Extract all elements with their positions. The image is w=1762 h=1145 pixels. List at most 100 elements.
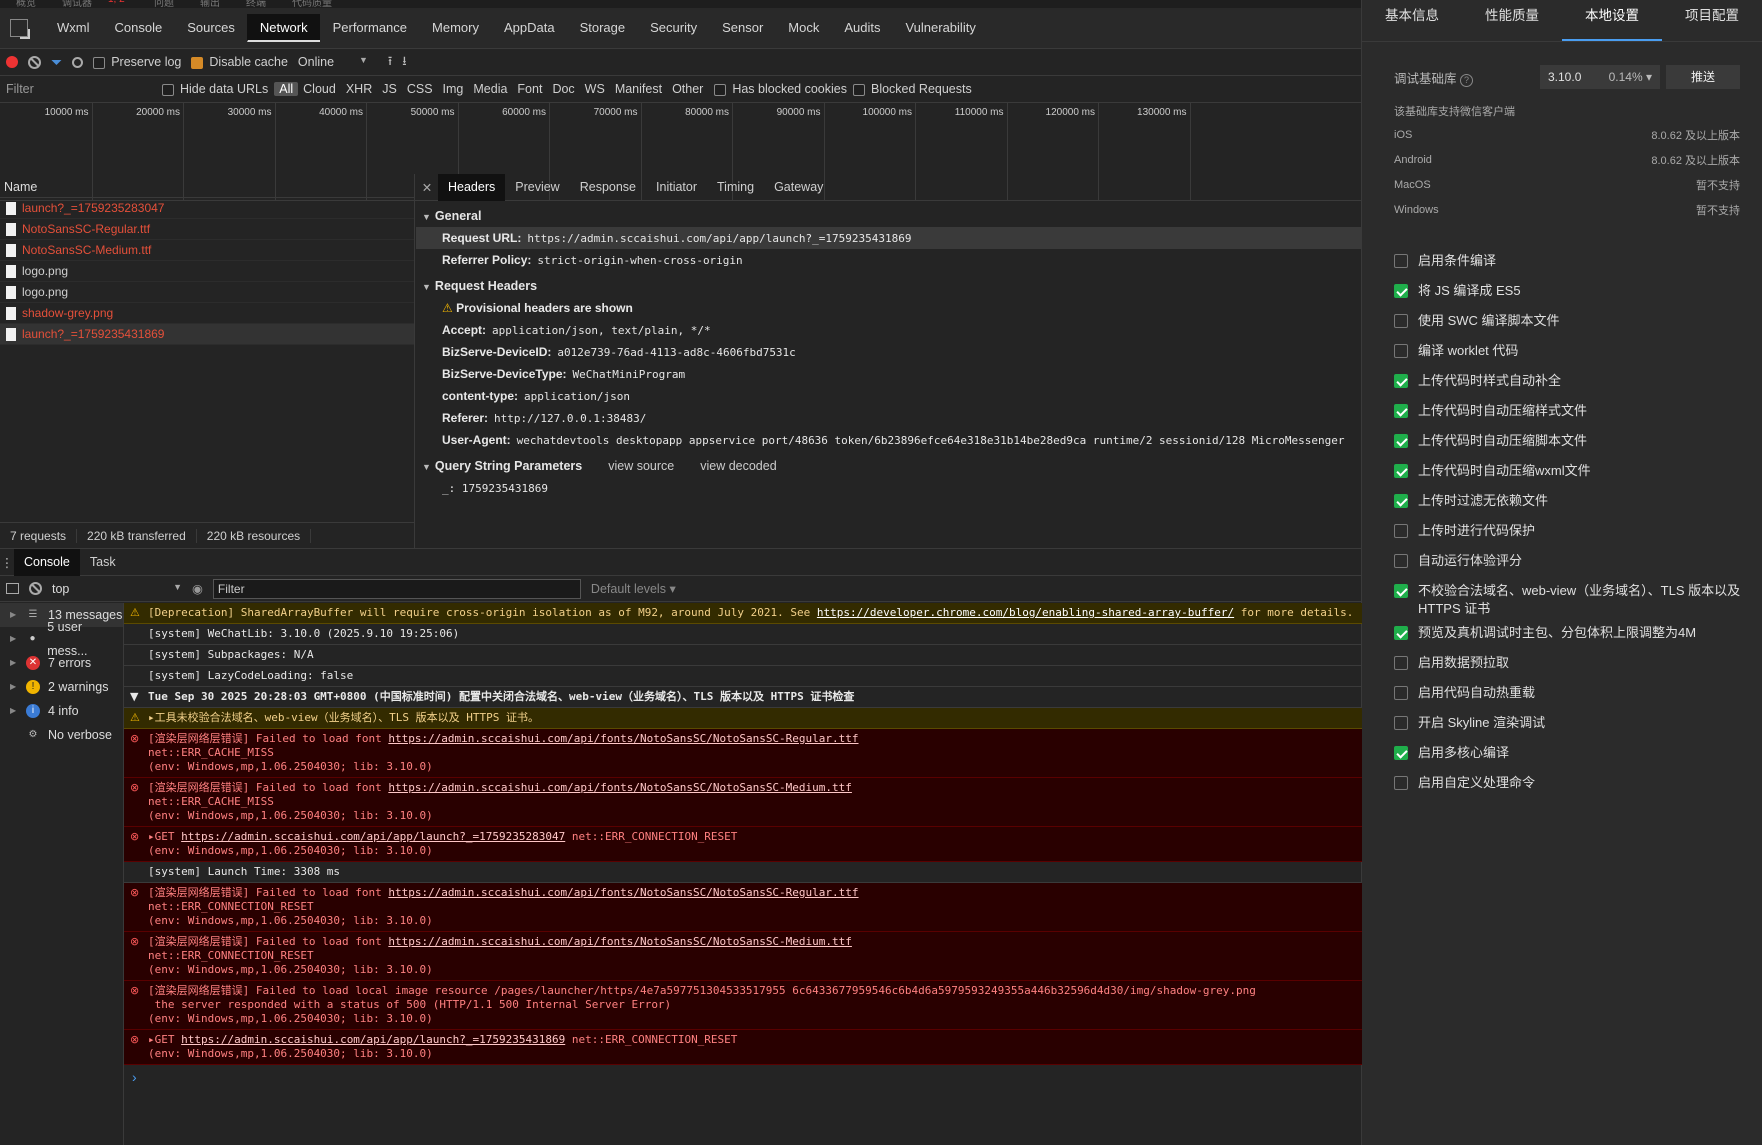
context-select[interactable]: top ▼	[52, 582, 182, 596]
type-filter-all[interactable]: All	[274, 82, 299, 96]
preserve-log-box[interactable]	[93, 56, 106, 69]
console-tab-console[interactable]: Console	[14, 548, 80, 576]
request-row[interactable]: launch?_=1759235283047	[0, 198, 414, 219]
search-icon[interactable]	[72, 56, 84, 68]
option-checkbox[interactable]	[1394, 494, 1408, 508]
type-filter-media[interactable]: Media	[468, 82, 512, 96]
option-item[interactable]: 上传时过滤无依赖文件	[1362, 486, 1762, 516]
option-item[interactable]: 启用代码自动热重载	[1362, 678, 1762, 708]
view-decoded-link[interactable]: view decoded	[700, 459, 776, 473]
request-row[interactable]: NotoSansSC-Regular.ttf	[0, 219, 414, 240]
option-checkbox[interactable]	[1394, 716, 1408, 730]
levels-select[interactable]: Default levels ▾	[591, 581, 676, 596]
option-item[interactable]: 启用数据预拉取	[1362, 648, 1762, 678]
option-checkbox[interactable]	[1394, 656, 1408, 670]
sidebar-toggle-icon[interactable]	[6, 583, 19, 594]
download-icon[interactable]: ⭳	[402, 52, 406, 73]
option-checkbox[interactable]	[1394, 434, 1408, 448]
close-icon[interactable]: ✕	[416, 180, 438, 195]
filter-icon[interactable]: ⏷	[51, 54, 62, 71]
option-item[interactable]: 自动运行体验评分	[1362, 546, 1762, 576]
settings-tab[interactable]: 基本信息	[1362, 0, 1462, 41]
settings-tab[interactable]: 本地设置	[1562, 0, 1662, 41]
record-icon[interactable]	[6, 56, 18, 68]
request-row[interactable]: shadow-grey.png	[0, 303, 414, 324]
tab-storage[interactable]: Storage	[567, 14, 638, 42]
view-source-link[interactable]: view source	[608, 459, 674, 473]
option-item[interactable]: 启用多核心编译	[1362, 738, 1762, 768]
blocked-requests-box[interactable]	[852, 83, 865, 96]
option-item[interactable]: 上传代码时自动压缩wxml文件	[1362, 456, 1762, 486]
name-column-header[interactable]: Name	[0, 174, 414, 198]
option-item[interactable]: 使用 SWC 编译脚本文件	[1362, 306, 1762, 336]
general-section-header[interactable]: ▼ General	[416, 205, 1362, 227]
console-filter-item[interactable]: ▶! 2 warnings	[0, 675, 123, 699]
detail-tab-response[interactable]: Response	[570, 174, 646, 201]
option-item[interactable]: 上传时进行代码保护	[1362, 516, 1762, 546]
option-item[interactable]: 上传代码时自动压缩样式文件	[1362, 396, 1762, 426]
type-filter-css[interactable]: CSS	[402, 82, 438, 96]
message-link[interactable]: https://developer.chrome.com/blog/enabli…	[817, 606, 1234, 619]
tab-wxml[interactable]: Wxml	[44, 14, 102, 42]
type-filter-img[interactable]: Img	[438, 82, 469, 96]
option-checkbox[interactable]	[1394, 746, 1408, 760]
hide-data-urls-checkbox[interactable]: Hide data URLs	[162, 82, 268, 96]
tab-security[interactable]: Security	[637, 14, 709, 42]
tab-audits[interactable]: Audits	[831, 14, 892, 42]
option-checkbox[interactable]	[1394, 626, 1408, 640]
help-icon[interactable]: ?	[1460, 73, 1473, 87]
preserve-log-checkbox[interactable]: Preserve log	[93, 55, 181, 69]
settings-tab[interactable]: 性能质量	[1462, 0, 1562, 41]
tab-console[interactable]: Console	[102, 14, 175, 42]
option-checkbox[interactable]	[1394, 314, 1408, 328]
detail-tab-gateway[interactable]: Gateway	[764, 174, 833, 201]
detail-tab-initiator[interactable]: Initiator	[646, 174, 707, 201]
query-section-header[interactable]: ▼ Query String Parameters view source view …	[416, 455, 1362, 477]
request-row[interactable]: NotoSansSC-Medium.ttf	[0, 240, 414, 261]
console-tab-task[interactable]: Task	[80, 549, 126, 576]
top-strip-item[interactable]: 1, 2	[108, 0, 125, 5]
filter-input[interactable]: Filter	[6, 82, 156, 96]
top-strip-item[interactable]: 输出	[200, 0, 220, 8]
request-headers-section-header[interactable]: ▼ Request Headers	[416, 275, 1362, 297]
tab-appdata[interactable]: AppData	[491, 14, 567, 42]
tab-sources[interactable]: Sources	[174, 14, 247, 42]
option-checkbox[interactable]	[1394, 554, 1408, 568]
tab-performance[interactable]: Performance	[320, 14, 419, 42]
request-row[interactable]: launch?_=1759235431869	[0, 324, 414, 345]
option-item[interactable]: 不校验合法域名、web-view（业务域名）、TLS 版本以及 HTTPS 证书	[1362, 576, 1762, 618]
tab-mock[interactable]: Mock	[775, 14, 831, 42]
option-checkbox[interactable]	[1394, 686, 1408, 700]
option-checkbox[interactable]	[1394, 464, 1408, 478]
disable-cache-checkbox[interactable]: Disable cache	[191, 55, 288, 69]
option-item[interactable]: 开启 Skyline 渲染调试	[1362, 708, 1762, 738]
tab-memory[interactable]: Memory	[419, 14, 491, 42]
console-filter-item[interactable]: ▶ ● 5 user mess...	[0, 620, 123, 658]
blocked-cookies-checkbox[interactable]: Has blocked cookies	[714, 82, 847, 96]
tab-network[interactable]: Network	[246, 14, 320, 42]
request-row[interactable]: logo.png	[0, 282, 414, 303]
type-filter-font[interactable]: Font	[512, 82, 547, 96]
console-filter-item[interactable]: ⚙ No verbose	[0, 723, 123, 747]
message-link[interactable]: https://admin.sccaishui.com/api/fonts/No…	[388, 886, 858, 899]
option-item[interactable]: 编译 worklet 代码	[1362, 336, 1762, 366]
option-item[interactable]: 启用自定义处理命令	[1362, 768, 1762, 798]
throttle-select[interactable]: Online ▼	[298, 55, 368, 69]
type-filter-doc[interactable]: Doc	[547, 82, 579, 96]
blocked-cookies-box[interactable]	[714, 83, 727, 96]
detail-tab-timing[interactable]: Timing	[707, 174, 764, 201]
option-checkbox[interactable]	[1394, 524, 1408, 538]
console-prompt[interactable]: ›	[124, 1065, 1362, 1089]
type-filter-xhr[interactable]: XHR	[341, 82, 377, 96]
option-item[interactable]: 上传代码时自动压缩脚本文件	[1362, 426, 1762, 456]
type-filter-cloud[interactable]: Cloud	[298, 82, 341, 96]
console-filter-input[interactable]: Filter	[212, 578, 581, 599]
kebab-icon[interactable]: ⋮	[0, 555, 14, 570]
tab-sensor[interactable]: Sensor	[709, 14, 775, 42]
push-button[interactable]: 推送	[1666, 65, 1740, 89]
option-item[interactable]: 启用条件编译	[1362, 246, 1762, 276]
type-filter-ws[interactable]: WS	[580, 82, 610, 96]
blocked-requests-checkbox[interactable]: Blocked Requests	[852, 82, 972, 96]
detail-tab-preview[interactable]: Preview	[505, 174, 569, 201]
type-filter-manifest[interactable]: Manifest	[610, 82, 667, 96]
